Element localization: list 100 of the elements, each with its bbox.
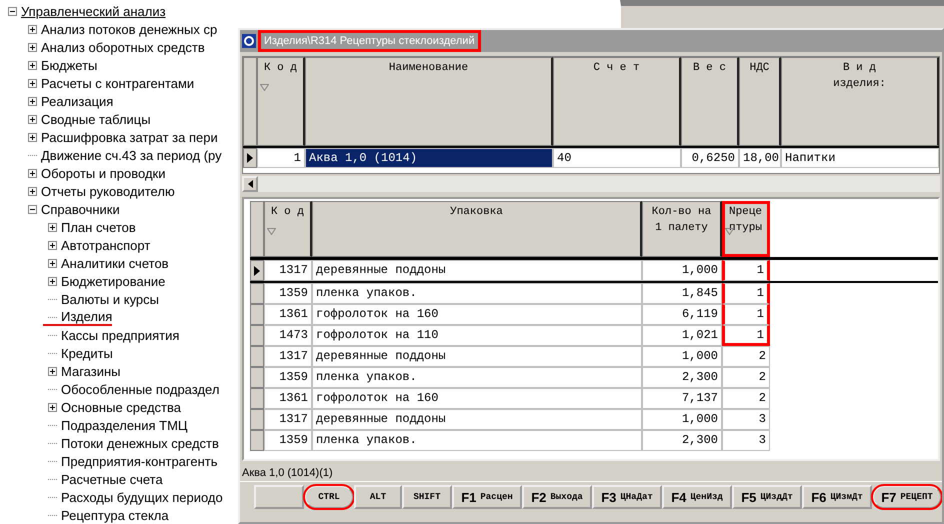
scroll-left-button[interactable]	[242, 176, 258, 192]
tree-item[interactable]: Расходы будущих периодо	[61, 490, 223, 504]
table-cell: пленка упаков.	[312, 367, 642, 388]
function-key[interactable]: F7 РЕЦЕПТ	[872, 485, 942, 509]
modifier-key[interactable]: CTRL	[304, 485, 354, 509]
function-key[interactable]: F4 ЦенИзд	[662, 485, 732, 509]
column-header[interactable]: Nреце птуры	[722, 201, 770, 257]
tree-item[interactable]: Обороты и проводки	[41, 166, 166, 180]
tree-item[interactable]: Реализация	[41, 94, 114, 108]
table-cell: пленка упаков.	[312, 430, 642, 451]
table-cell: 2	[722, 388, 770, 409]
tree-item[interactable]: План счетов	[61, 220, 136, 234]
modifier-key[interactable]: ALT	[354, 485, 402, 509]
table-cell: 7,137	[642, 388, 722, 409]
expand-icon[interactable]	[28, 114, 37, 124]
table-cell: 40	[553, 148, 681, 168]
expand-icon[interactable]	[28, 24, 37, 34]
tree-item[interactable]: Управленческий анализ	[21, 4, 166, 18]
column-header[interactable]: К о д	[264, 201, 312, 257]
table-cell: деревянные поддоны	[312, 346, 642, 367]
tree-item[interactable]: Бюджетирование	[61, 274, 166, 288]
expand-icon[interactable]	[48, 276, 57, 286]
table-cell: 1	[722, 325, 770, 346]
table-cell: Аква 1,0 (1014)	[305, 148, 553, 168]
table-cell: пленка упаков.	[312, 283, 642, 304]
column-header[interactable]: К о д	[257, 57, 305, 146]
table-cell: 1,845	[642, 283, 722, 304]
function-key[interactable]: F5 ЦИздДт	[732, 485, 802, 509]
expand-icon[interactable]	[28, 78, 37, 88]
tree-item[interactable]: Основные средства	[61, 400, 181, 414]
tree-item[interactable]: Анализ потоков денежных ср	[41, 22, 218, 36]
tree-item[interactable]: Валюты и курсы	[61, 292, 159, 306]
tree-item[interactable]: Аналитики счетов	[61, 256, 169, 270]
tree-item[interactable]: Магазины	[61, 364, 120, 378]
collapse-icon[interactable]	[28, 204, 37, 214]
expand-icon[interactable]	[28, 42, 37, 52]
tree-item[interactable]: Расшифровка затрат за пери	[41, 130, 218, 144]
table-cell: 1361	[264, 388, 312, 409]
table-cell: 1	[722, 304, 770, 325]
tree-item[interactable]: Движение сч.43 за период (ру	[41, 148, 222, 162]
expand-icon[interactable]	[48, 240, 57, 250]
expand-icon[interactable]	[28, 60, 37, 70]
column-header[interactable]: НДС	[739, 57, 781, 146]
collapse-icon[interactable]	[8, 6, 17, 16]
table-cell: 1317	[264, 346, 312, 367]
table-cell: 1,000	[642, 346, 722, 367]
window-title: Изделия\R314 Рецептуры стеклоизделий	[258, 30, 481, 52]
table-cell: 1317	[264, 260, 312, 281]
current-row-icon	[254, 266, 260, 276]
column-header[interactable]: В е с	[681, 57, 739, 146]
table-cell: гофролоток на 110	[312, 325, 642, 346]
tree-item[interactable]: Изделия	[43, 308, 112, 326]
function-key[interactable]: F1 Расцен	[452, 485, 522, 509]
function-key[interactable]: F3 ЦНаДат	[592, 485, 662, 509]
tree-item[interactable]: Обособленные подраздел	[61, 382, 220, 396]
expand-icon[interactable]	[48, 402, 57, 412]
tree-item[interactable]: Рецептура стекла	[61, 508, 169, 522]
horizontal-scrollbar[interactable]	[242, 176, 940, 192]
table-cell: 2,300	[642, 367, 722, 388]
tree-item[interactable]: Автотранспорт	[61, 238, 150, 252]
tree-item[interactable]: Кредиты	[61, 346, 113, 360]
tree-item[interactable]: Кассы предприятия	[61, 328, 180, 342]
table-cell: деревянные поддоны	[312, 409, 642, 430]
function-key[interactable]: F2 Выхода	[522, 485, 592, 509]
table-cell: 1,000	[642, 260, 722, 281]
expand-icon[interactable]	[48, 222, 57, 232]
table-cell: 1359	[264, 367, 312, 388]
row-indicator[interactable]	[243, 148, 257, 168]
expand-icon[interactable]	[28, 168, 37, 178]
current-row-icon	[247, 153, 253, 163]
tree-item[interactable]: Сводные таблицы	[41, 112, 151, 126]
expand-icon[interactable]	[48, 258, 57, 268]
modifier-key[interactable]: SHIFT	[402, 485, 452, 509]
table-cell: 1359	[264, 283, 312, 304]
expand-icon[interactable]	[48, 366, 57, 376]
table-cell: 1317	[264, 409, 312, 430]
column-header[interactable]: С ч е т	[553, 57, 681, 146]
expand-icon[interactable]	[28, 96, 37, 106]
table-cell: 3	[722, 430, 770, 451]
left-arrow-icon	[248, 180, 252, 188]
tree-item[interactable]: Подразделения ТМЦ	[61, 418, 188, 432]
column-header[interactable]: Наименование	[305, 57, 553, 146]
tree-item[interactable]: Бюджеты	[41, 58, 98, 72]
column-header[interactable]: В и д изделия:	[781, 57, 939, 146]
table-cell: 1	[257, 148, 305, 168]
expand-icon[interactable]	[28, 186, 37, 196]
table-cell: 0,6250	[681, 148, 739, 168]
tree-item[interactable]: Расчеты с контрагентами	[41, 76, 194, 90]
function-key[interactable]: F6 ЦИзмДт	[802, 485, 872, 509]
tree-item[interactable]: Потоки денежных средств	[61, 436, 219, 450]
tree-item[interactable]: Отчеты руководителю	[41, 184, 175, 198]
column-header[interactable]: Упаковка	[312, 201, 642, 257]
expand-icon[interactable]	[28, 132, 37, 142]
row-indicator[interactable]	[250, 260, 264, 281]
table-cell: 3	[722, 409, 770, 430]
column-header[interactable]: Кол-во на 1 палету	[642, 201, 722, 257]
tree-item[interactable]: Предприятия-контрагенть	[61, 454, 218, 468]
tree-item[interactable]: Расчетные счета	[61, 472, 163, 486]
tree-item[interactable]: Справочники	[41, 202, 120, 216]
tree-item[interactable]: Анализ оборотных средств	[41, 40, 205, 54]
